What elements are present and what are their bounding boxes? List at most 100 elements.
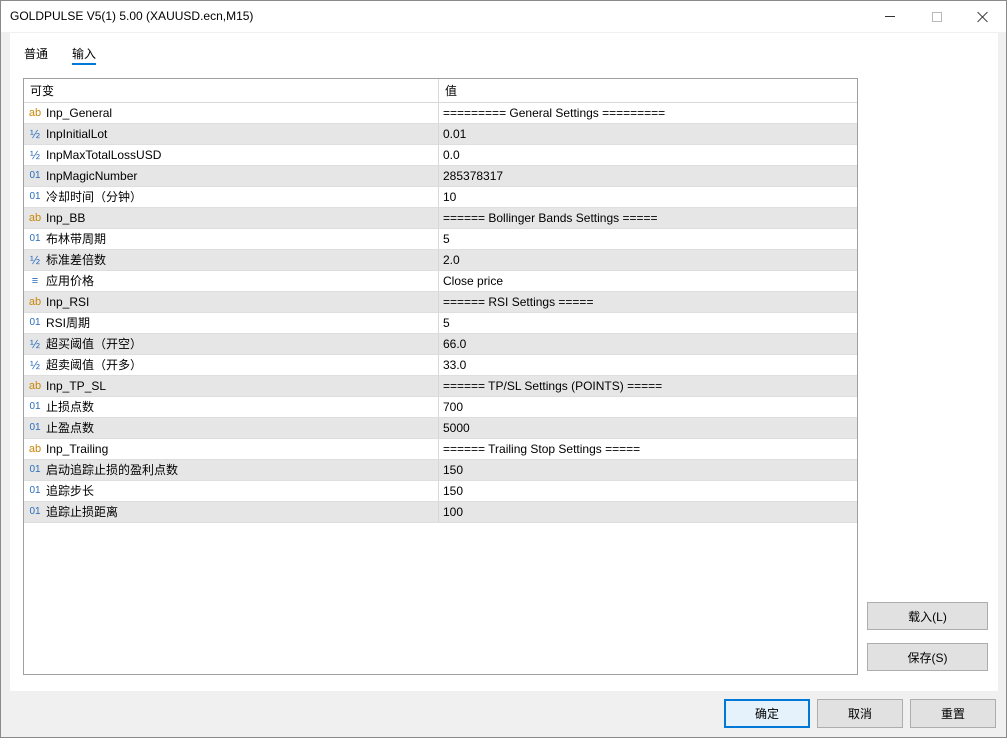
- title-bar[interactable]: GOLDPULSE V5(1) 5.00 (XAUUSD.ecn,M15): [1, 1, 1006, 32]
- parameter-name: 超买阈值（开空）: [46, 337, 143, 351]
- table-row[interactable]: 01 止损点数 700: [24, 397, 857, 418]
- ok-button[interactable]: 确定: [724, 699, 810, 728]
- parameter-value-cell[interactable]: 5: [439, 229, 857, 249]
- table-row[interactable]: ½ 标准差倍数 2.0: [24, 250, 857, 271]
- parameter-value-cell[interactable]: 10: [439, 187, 857, 207]
- string-type-icon: ab: [28, 212, 42, 224]
- parameter-name-cell[interactable]: ½ 标准差倍数: [24, 250, 439, 270]
- close-button[interactable]: [960, 1, 1006, 32]
- table-row[interactable]: ab Inp_BB ====== Bollinger Bands Settings …: [24, 208, 857, 229]
- grid-header: 可变 值: [24, 79, 857, 103]
- parameter-value-cell[interactable]: 150: [439, 460, 857, 480]
- save-button[interactable]: 保存(S): [867, 643, 988, 671]
- parameter-value-cell[interactable]: Close price: [439, 271, 857, 291]
- parameter-name-cell[interactable]: 01 冷却时间（分钟）: [24, 187, 439, 207]
- parameter-name-cell[interactable]: ab Inp_TP_SL: [24, 376, 439, 396]
- integer-type-icon: 01: [29, 401, 41, 412]
- integer-type-icon: 01: [29, 506, 41, 517]
- tab-strip: 普通 输入: [24, 43, 120, 65]
- parameter-name-cell[interactable]: ½ InpMaxTotalLossUSD: [24, 145, 439, 165]
- parameter-value-cell[interactable]: 66.0: [439, 334, 857, 354]
- parameter-name-cell[interactable]: ½ InpInitialLot: [24, 124, 439, 144]
- parameter-value-cell[interactable]: ====== TP/SL Settings (POINTS) =====: [439, 376, 857, 396]
- table-row[interactable]: 01 追踪止损距离 100: [24, 502, 857, 523]
- table-row[interactable]: ab Inp_Trailing ====== Trailing Stop Setti…: [24, 439, 857, 460]
- table-row[interactable]: 01 启动追踪止损的盈利点数 150: [24, 460, 857, 481]
- parameter-name-cell[interactable]: 01 追踪止损距离: [24, 502, 439, 522]
- string-type-icon: ab: [28, 296, 42, 308]
- table-row[interactable]: ½ InpMaxTotalLossUSD 0.0: [24, 145, 857, 166]
- parameter-value-cell[interactable]: 700: [439, 397, 857, 417]
- parameter-name-cell[interactable]: 01 InpMagicNumber: [24, 166, 439, 186]
- parameter-value-cell[interactable]: 5000: [439, 418, 857, 438]
- maximize-icon: [932, 11, 942, 22]
- parameter-name: RSI周期: [46, 316, 91, 330]
- parameter-name-cell[interactable]: ½ 超卖阈值（开多）: [24, 355, 439, 375]
- parameter-value-cell[interactable]: ========= General Settings =========: [439, 103, 857, 123]
- table-row[interactable]: ab Inp_General ========= General Settings …: [24, 103, 857, 124]
- parameter-name-cell[interactable]: ≡ 应用价格: [24, 271, 439, 291]
- parameter-name-cell[interactable]: 01 止盈点数: [24, 418, 439, 438]
- parameter-value-cell[interactable]: 0.0: [439, 145, 857, 165]
- tab-common[interactable]: 普通: [24, 43, 48, 65]
- table-row[interactable]: 01 InpMagicNumber 285378317: [24, 166, 857, 187]
- window-title: GOLDPULSE V5(1) 5.00 (XAUUSD.ecn,M15): [10, 9, 254, 23]
- parameter-value-cell[interactable]: 150: [439, 481, 857, 501]
- parameter-name: Inp_TP_SL: [46, 379, 107, 393]
- parameter-name-cell[interactable]: 01 RSI周期: [24, 313, 439, 333]
- parameter-name-cell[interactable]: ab Inp_RSI: [24, 292, 439, 312]
- tab-inputs[interactable]: 输入: [72, 43, 97, 65]
- string-type-icon: ab: [28, 380, 42, 392]
- table-row[interactable]: 01 追踪步长 150: [24, 481, 857, 502]
- parameter-name: 启动追踪止损的盈利点数: [46, 463, 179, 477]
- table-row[interactable]: ½ 超买阈值（开空） 66.0: [24, 334, 857, 355]
- table-row[interactable]: ab Inp_RSI ====== RSI Settings =====: [24, 292, 857, 313]
- integer-type-icon: 01: [29, 485, 41, 496]
- minimize-button[interactable]: [867, 1, 913, 32]
- parameter-name: 追踪步长: [46, 484, 95, 498]
- table-row[interactable]: 01 冷却时间（分钟） 10: [24, 187, 857, 208]
- parameter-value-cell[interactable]: 285378317: [439, 166, 857, 186]
- table-row[interactable]: ≡ 应用价格 Close price: [24, 271, 857, 292]
- table-row[interactable]: ½ 超卖阈值（开多） 33.0: [24, 355, 857, 376]
- parameter-name: 冷却时间（分钟）: [46, 190, 143, 204]
- table-row[interactable]: ½ InpInitialLot 0.01: [24, 124, 857, 145]
- table-row[interactable]: 01 RSI周期 5: [24, 313, 857, 334]
- parameter-name-cell[interactable]: ab Inp_Trailing: [24, 439, 439, 459]
- parameter-value-cell[interactable]: ====== RSI Settings =====: [439, 292, 857, 312]
- parameter-value-cell[interactable]: ====== Trailing Stop Settings =====: [439, 439, 857, 459]
- maximize-button[interactable]: [914, 1, 960, 32]
- integer-type-icon: 01: [29, 317, 41, 328]
- parameter-name: 止损点数: [46, 400, 95, 414]
- double-type-icon: ½: [29, 148, 40, 162]
- parameter-name: 超卖阈值（开多）: [46, 358, 143, 372]
- input-parameters-grid: 可变 值 ab Inp_General ========= General Sett…: [23, 78, 858, 675]
- parameter-name-cell[interactable]: 01 布林带周期: [24, 229, 439, 249]
- parameter-value-cell[interactable]: ====== Bollinger Bands Settings =====: [439, 208, 857, 228]
- parameter-name-cell[interactable]: ab Inp_General: [24, 103, 439, 123]
- column-header-value[interactable]: 值: [439, 79, 857, 103]
- parameter-name-cell[interactable]: ½ 超买阈值（开空）: [24, 334, 439, 354]
- parameter-name-cell[interactable]: 01 启动追踪止损的盈利点数: [24, 460, 439, 480]
- parameter-value-cell[interactable]: 100: [439, 502, 857, 522]
- table-row[interactable]: 01 止盈点数 5000: [24, 418, 857, 439]
- parameter-value-cell[interactable]: 2.0: [439, 250, 857, 270]
- cancel-button[interactable]: 取消: [817, 699, 903, 728]
- table-row[interactable]: 01 布林带周期 5: [24, 229, 857, 250]
- reset-button[interactable]: 重置: [910, 699, 996, 728]
- column-header-variable[interactable]: 可变: [24, 79, 439, 103]
- parameter-name-cell[interactable]: ab Inp_BB: [24, 208, 439, 228]
- parameter-value-cell[interactable]: 5: [439, 313, 857, 333]
- parameter-value-cell[interactable]: 0.01: [439, 124, 857, 144]
- integer-type-icon: 01: [29, 464, 41, 475]
- parameter-name: 标准差倍数: [46, 253, 107, 267]
- table-row[interactable]: ab Inp_TP_SL ====== TP/SL Settings (POINTS…: [24, 376, 857, 397]
- parameter-name-cell[interactable]: 01 追踪步长: [24, 481, 439, 501]
- parameter-value-cell[interactable]: 33.0: [439, 355, 857, 375]
- load-button[interactable]: 载入(L): [867, 602, 988, 630]
- parameter-name: Inp_RSI: [46, 295, 90, 309]
- parameter-name: 追踪止损距离: [46, 505, 119, 519]
- parameter-name: Inp_General: [46, 106, 113, 120]
- parameter-name-cell[interactable]: 01 止损点数: [24, 397, 439, 417]
- settings-dialog: GOLDPULSE V5(1) 5.00 (XAUUSD.ecn,M15) 普通…: [0, 0, 1007, 738]
